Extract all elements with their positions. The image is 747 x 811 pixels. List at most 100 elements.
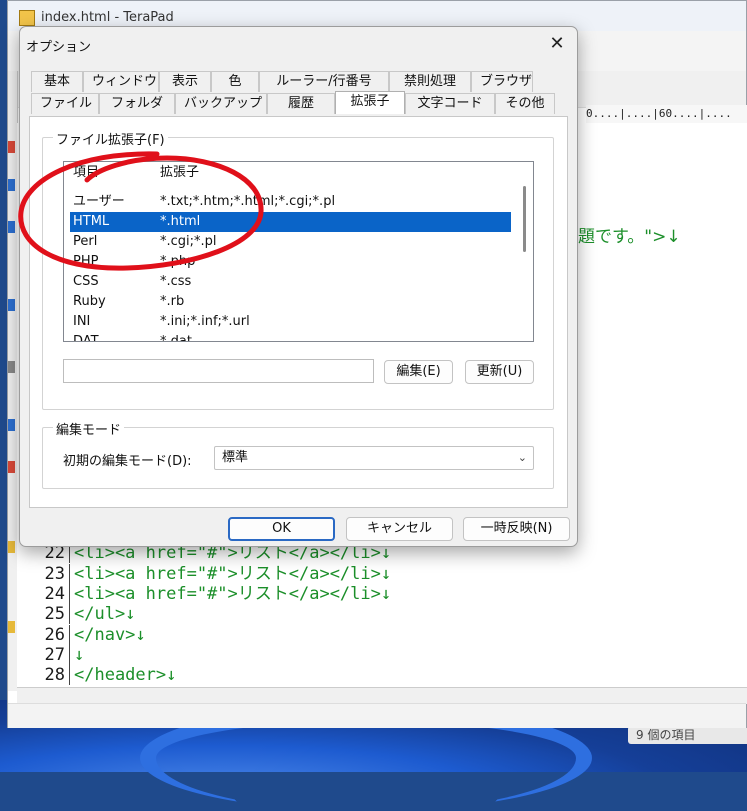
file-extension-group-label: ファイル拡張子(F) bbox=[53, 129, 168, 148]
tab-kinsoku[interactable]: 禁則処理 bbox=[389, 71, 471, 92]
list-item-name: Ruby bbox=[73, 294, 106, 309]
extension-tab-panel: ファイル拡張子(F) 項目 拡張子 ユーザー *.txt;*.htm;*.htm… bbox=[29, 116, 568, 508]
tab-other[interactable]: その他 bbox=[495, 93, 555, 114]
terapad-app-icon bbox=[19, 10, 35, 26]
code-text: ↓ bbox=[74, 645, 85, 665]
side-marker-icon bbox=[8, 141, 15, 153]
list-item-ext: *.php bbox=[160, 254, 196, 269]
list-item-ext: *.dat bbox=[160, 334, 192, 342]
editor-line: 23 <li><a href="#">リスト</a></li>↓ bbox=[39, 564, 391, 584]
tab-row-top: 基本 ウィンドウ 表示 色 ルーラー/行番号 禁則処理 ブラウザ bbox=[31, 71, 533, 92]
side-marker-icon bbox=[8, 299, 15, 311]
side-marker-icon bbox=[8, 419, 15, 431]
tab-window[interactable]: ウィンドウ bbox=[83, 71, 159, 92]
list-item-name: INI bbox=[73, 314, 91, 329]
list-item-ext: *.css bbox=[160, 274, 192, 289]
list-item[interactable]: Ruby *.rb bbox=[70, 292, 511, 312]
tab-extension[interactable]: 拡張子 bbox=[335, 91, 405, 114]
editor-line: 28 </header>↓ bbox=[39, 665, 176, 685]
tab-browser[interactable]: ブラウザ bbox=[471, 71, 533, 92]
list-header[interactable]: 項目 拡張子 bbox=[64, 162, 510, 184]
tab-display[interactable]: 表示 bbox=[159, 71, 211, 92]
initial-edit-mode-select[interactable]: 標準 ⌄ bbox=[214, 446, 534, 470]
cancel-button[interactable]: キャンセル bbox=[346, 517, 453, 541]
partial-code-text: 題です。">↓ bbox=[578, 227, 681, 247]
select-value: 標準 bbox=[222, 450, 249, 465]
tab-row-bottom: ファイル フォルダ バックアップ 履歴 拡張子 文字コード その他 bbox=[31, 91, 555, 114]
list-item[interactable]: CSS *.css bbox=[70, 272, 511, 292]
tab-file[interactable]: ファイル bbox=[31, 93, 99, 114]
app-title: index.html - TeraPad bbox=[41, 10, 174, 25]
ok-button[interactable]: OK bbox=[228, 517, 335, 541]
gutter-divider bbox=[69, 665, 70, 685]
horizontal-scrollbar[interactable] bbox=[17, 687, 747, 704]
list-item-ext: *.cgi;*.pl bbox=[160, 234, 217, 249]
list-item-ext: *.txt;*.htm;*.html;*.cgi;*.pl bbox=[160, 194, 336, 209]
line-number: 23 bbox=[44, 564, 65, 584]
options-dialog: オプション ✕ 基本 ウィンドウ 表示 色 ルーラー/行番号 禁則処理 ブラウザ… bbox=[19, 26, 578, 547]
explorer-item-count: 9 個の項目 bbox=[628, 726, 747, 744]
tab-basic[interactable]: 基本 bbox=[31, 71, 83, 92]
line-number: 26 bbox=[44, 625, 65, 645]
gutter-divider bbox=[69, 584, 70, 604]
code-text: </nav>↓ bbox=[74, 625, 146, 645]
list-item-name: PHP bbox=[73, 254, 99, 269]
side-marker-icon bbox=[8, 179, 15, 191]
editor-line: 24 <li><a href="#">リスト</a></li>↓ bbox=[39, 584, 391, 604]
edit-button[interactable]: 編集(E) bbox=[384, 360, 453, 384]
side-marker-icon bbox=[8, 541, 15, 553]
edit-mode-group-label: 編集モード bbox=[53, 419, 125, 438]
gutter-divider bbox=[69, 604, 70, 624]
editor-line: 27 ↓ bbox=[39, 645, 84, 665]
list-item[interactable]: ユーザー *.txt;*.htm;*.html;*.cgi;*.pl bbox=[70, 192, 511, 212]
tab-color[interactable]: 色 bbox=[211, 71, 259, 92]
update-button[interactable]: 更新(U) bbox=[465, 360, 534, 384]
list-item[interactable]: PHP *.php bbox=[70, 252, 511, 272]
side-marker-icon bbox=[8, 461, 15, 473]
code-text: </ul>↓ bbox=[74, 604, 136, 624]
list-item-selected[interactable]: HTML *.html bbox=[70, 212, 511, 232]
list-item-ext: *.ini;*.inf;*.url bbox=[160, 314, 250, 329]
extension-list[interactable]: 項目 拡張子 ユーザー *.txt;*.htm;*.html;*.cgi;*.p… bbox=[63, 161, 534, 342]
list-scroll-thumb[interactable] bbox=[523, 186, 526, 252]
line-number: 25 bbox=[44, 604, 65, 624]
gutter-divider bbox=[69, 625, 70, 645]
side-marker-icon bbox=[8, 361, 15, 373]
dialog-titlebar[interactable]: オプション ✕ bbox=[20, 27, 577, 61]
dialog-title: オプション bbox=[26, 40, 92, 55]
tab-charcode[interactable]: 文字コード bbox=[405, 93, 495, 114]
tab-history[interactable]: 履歴 bbox=[267, 93, 335, 114]
initial-edit-mode-label: 初期の編集モード(D): bbox=[63, 454, 192, 469]
list-item-ext: *.html bbox=[160, 214, 201, 229]
column-header-item[interactable]: 項目 bbox=[73, 162, 99, 184]
chevron-down-icon: ⌄ bbox=[517, 451, 527, 464]
line-number: 27 bbox=[44, 645, 65, 665]
gutter-divider bbox=[69, 645, 70, 665]
line-number: 24 bbox=[44, 584, 65, 604]
list-item-name: DAT bbox=[73, 334, 99, 342]
list-item[interactable]: INI *.ini;*.inf;*.url bbox=[70, 312, 511, 332]
apply-button[interactable]: 一時反映(N) bbox=[463, 517, 570, 541]
code-text: <li><a href="#">リスト</a></li>↓ bbox=[74, 564, 392, 584]
editor-line: 26 </nav>↓ bbox=[39, 625, 146, 645]
line-number: 28 bbox=[44, 665, 65, 685]
list-item[interactable]: Perl *.cgi;*.pl bbox=[70, 232, 511, 252]
tab-backup[interactable]: バックアップ bbox=[175, 93, 267, 114]
close-icon[interactable]: ✕ bbox=[545, 33, 569, 55]
list-item-name: Perl bbox=[73, 234, 98, 249]
editor-line: 25 </ul>↓ bbox=[39, 604, 135, 624]
column-header-extension[interactable]: 拡張子 bbox=[160, 162, 199, 184]
extension-edit-field[interactable] bbox=[63, 359, 374, 383]
code-text: <li><a href="#">リスト</a></li>↓ bbox=[74, 584, 392, 604]
list-item-name: CSS bbox=[73, 274, 99, 289]
tab-folder[interactable]: フォルダ bbox=[99, 93, 175, 114]
gutter-divider bbox=[69, 564, 70, 584]
tab-ruler-linenum[interactable]: ルーラー/行番号 bbox=[259, 71, 389, 92]
list-item[interactable]: DAT *.dat bbox=[70, 332, 511, 342]
column-ruler: 0....|....|60....|.... bbox=[586, 105, 747, 124]
side-marker-icon bbox=[8, 621, 15, 633]
status-bar bbox=[8, 703, 746, 728]
list-vertical-scrollbar[interactable] bbox=[518, 164, 532, 334]
code-text: </header>↓ bbox=[74, 665, 177, 685]
list-item-name: HTML bbox=[73, 214, 110, 229]
